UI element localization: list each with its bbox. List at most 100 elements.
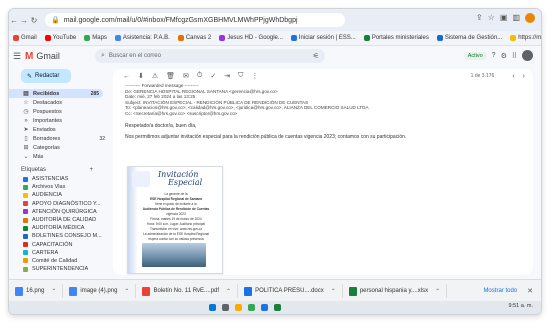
back-icon[interactable]: ←	[9, 16, 19, 25]
sidebar-item-send[interactable]: ➤ Enviados	[9, 125, 109, 134]
file-icon	[244, 286, 253, 296]
bookmark-item[interactable]: Asistencia: P.A.B.	[114, 35, 170, 41]
download-item[interactable]: 16.png ⌃	[9, 284, 64, 298]
bookmark-label: Maps	[92, 35, 107, 41]
share-icon[interactable]: ⇪	[476, 13, 483, 23]
sidebar-item-label: Recibidos	[33, 90, 60, 97]
label-important-icon: »	[24, 117, 28, 124]
search-taskbar-icon[interactable]	[222, 304, 229, 311]
bookmark-item[interactable]: Gmail	[13, 35, 37, 41]
sidebar-label-item[interactable]: ATENCIÓN QUIRÚRGICA	[9, 208, 109, 216]
archive-icon[interactable]: ⬇	[138, 72, 144, 80]
status-badge[interactable]: Activo	[463, 51, 487, 60]
sidepanel-icon[interactable]: ▥	[512, 13, 520, 23]
add-task-icon[interactable]: ✓	[210, 72, 216, 80]
label-icon[interactable]: ⛉	[238, 72, 243, 80]
sidebar-label-item[interactable]: AUDITORÍA DE CALIDAD	[9, 216, 109, 224]
add-label-icon[interactable]: +	[89, 167, 93, 173]
bookmark-item[interactable]: https://mailgoogle...	[510, 35, 541, 41]
clock-icon: ◷	[23, 109, 29, 115]
windows-start-icon[interactable]	[209, 304, 216, 311]
download-item[interactable]: POLITICA PRESU....docx ⌃	[238, 284, 343, 298]
download-item[interactable]: image (4).png ⌃	[63, 284, 137, 298]
sidebar-label-item[interactable]: Comité de Calidad	[9, 257, 109, 265]
bookmark-item[interactable]: YouTube	[44, 35, 77, 41]
message-toolbar: ← ⬇ ⚠ 🗑 ✉ ⏱ ✓ ⇥ ⛉ ⋮ 1 de 3.176 ‹ ›	[113, 69, 533, 83]
sidebar-label-item[interactable]: APOYO DIAGNÓSTICO Y...	[9, 200, 109, 208]
invitation-image[interactable]: Invitación Especial La gerente de la ESE …	[127, 166, 223, 274]
search-bar[interactable]: ⌕ Buscar en el correo ⚟	[95, 49, 325, 63]
search-input[interactable]: Buscar en el correo	[109, 53, 161, 59]
bookmark-favicon-icon	[177, 35, 184, 41]
move-to-icon[interactable]: ⇥	[224, 72, 230, 80]
bookmark-label: Jesus HD - Google...	[227, 35, 283, 41]
sidebar-item-star[interactable]: ☆ Destacados	[9, 98, 109, 107]
label-color-icon	[23, 209, 28, 215]
bookmark-item[interactable]: Sistema de Gestión...	[436, 35, 502, 41]
bookmark-item[interactable]: Portales ministeriales	[363, 35, 429, 41]
label-color-icon	[23, 233, 28, 239]
word-icon[interactable]	[261, 304, 268, 311]
report-spam-icon[interactable]: ⚠	[152, 72, 158, 80]
gmail-logo[interactable]: M Gmail	[25, 51, 95, 62]
chrome-icon[interactable]	[248, 304, 255, 311]
reload-icon[interactable]: ↻	[29, 16, 39, 25]
browser-tools: ⇪ ☆ ▣ ▥	[476, 13, 535, 23]
chevron-up-icon[interactable]: ⌃	[226, 288, 231, 295]
hamburger-menu-icon[interactable]: ☰	[9, 51, 25, 62]
sidebar-label-item[interactable]: SUPERINTENDENCIA	[9, 265, 109, 273]
chevron-up-icon[interactable]: ⌃	[124, 288, 129, 295]
bookmark-item[interactable]: Canvas 2	[177, 35, 211, 41]
sidebar-item-clock[interactable]: ◷ Pospuestos	[9, 107, 109, 116]
bookmark-item[interactable]: Jesus HD - Google...	[219, 35, 283, 41]
chevron-up-icon[interactable]: ⌃	[51, 288, 56, 295]
excel-icon[interactable]	[274, 304, 281, 311]
email-body: Respetado/a doctor/a, buen día, Nos perm…	[113, 123, 533, 141]
sidebar-label-item[interactable]: CAPACITACIÓN	[9, 241, 109, 249]
sidebar-item-draft[interactable]: ▯ Borradores 32	[9, 134, 109, 143]
download-item[interactable]: Boletín No. 11 RvE....pdf ⌃	[136, 284, 239, 298]
sidebar-item-inbox[interactable]: ▤ Recibidos 285	[9, 89, 103, 98]
sidebar-label-text: CARTERA	[32, 249, 59, 256]
sidebar-label-item[interactable]: AUDIENCIA	[9, 191, 109, 199]
url-bar[interactable]: 🔒 mail.google.com/mail/u/0/#inbox/FMfcgz…	[45, 13, 345, 27]
bookmark-item[interactable]: Iniciar sesión | ESS...	[290, 35, 356, 41]
file-explorer-icon[interactable]	[235, 304, 242, 311]
search-icon[interactable]: ⌕	[101, 52, 105, 60]
help-icon[interactable]: ?	[492, 52, 496, 59]
sidebar-label-item[interactable]: BOLETINES CONSEJO M...	[9, 232, 109, 240]
more-options-icon[interactable]: ⋮	[251, 72, 258, 80]
label-color-icon	[23, 176, 28, 182]
bookmark-item[interactable]: Maps	[84, 35, 107, 41]
compose-button[interactable]: ✎ Redactar	[21, 69, 71, 83]
sidebar-label-item[interactable]: CARTERA	[9, 249, 109, 257]
bookmark-star-icon[interactable]: ☆	[488, 13, 495, 23]
sidebar-item-label-important[interactable]: » Importantes	[9, 116, 109, 125]
sidebar-label-item[interactable]: ASISTENCIAS	[9, 175, 109, 183]
apps-grid-icon[interactable]: ⠿	[512, 52, 517, 60]
avatar[interactable]	[522, 50, 533, 61]
chevron-up-icon[interactable]: ⌃	[331, 288, 336, 295]
next-message-icon[interactable]: ›	[523, 73, 525, 80]
snooze-icon[interactable]: ⏱	[197, 72, 202, 80]
forward-icon[interactable]: →	[19, 16, 29, 25]
sidebar-label-item[interactable]: AUDITORÍA MÉDICA	[9, 224, 109, 232]
extensions-icon[interactable]: ▣	[500, 13, 508, 23]
back-to-inbox-icon[interactable]: ←	[123, 73, 130, 80]
profile-avatar[interactable]	[525, 13, 535, 23]
mark-unread-icon[interactable]: ✉	[183, 72, 189, 80]
label-color-icon	[23, 250, 28, 256]
bookmark-label: YouTube	[52, 35, 77, 41]
show-all-downloads-button[interactable]: Mostrar todo	[483, 288, 517, 294]
sidebar-item-chevron-down[interactable]: ⌄ Más	[9, 152, 109, 161]
sidebar-label-item[interactable]: Archivos Vlas	[9, 183, 109, 191]
sidebar-item-category[interactable]: ⊞ Categorías	[9, 143, 109, 152]
prev-message-icon[interactable]: ‹	[512, 73, 514, 80]
close-icon[interactable]: ✕	[527, 287, 533, 295]
gear-icon[interactable]: ⚙	[501, 52, 507, 60]
filter-options-icon[interactable]: ⚟	[313, 52, 319, 60]
chevron-up-icon[interactable]: ⌃	[435, 288, 440, 295]
download-item[interactable]: personal hispania y....xlsx ⌃	[343, 284, 448, 298]
delete-icon[interactable]: 🗑	[166, 72, 175, 80]
bookmarks-bar: Gmail YouTube Maps Asistencia: P.A.B. Canvas…	[9, 31, 541, 46]
